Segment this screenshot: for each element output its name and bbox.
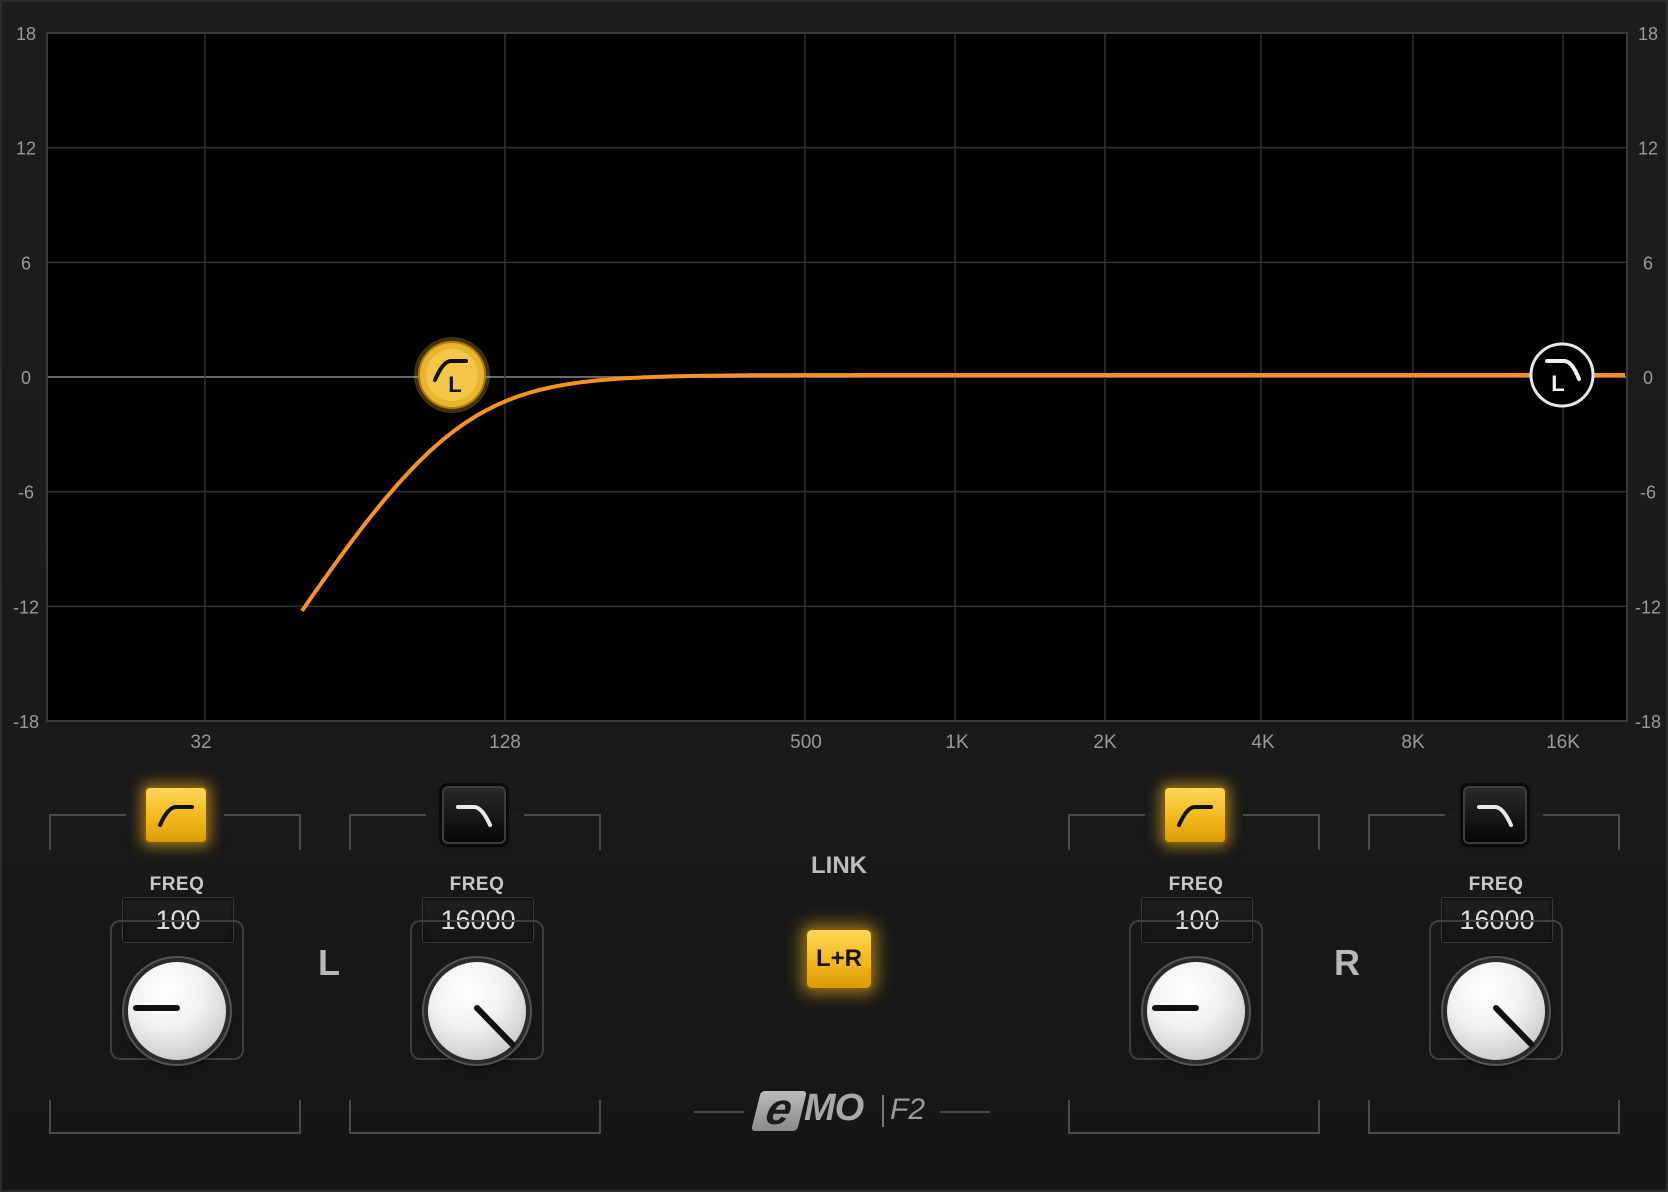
freq-tick-label: 16K [1546, 732, 1580, 753]
high-cut-icon [456, 805, 492, 827]
freq-tick-label: 500 [790, 732, 822, 753]
left-low-cut-button[interactable] [144, 786, 208, 844]
left-high-cut-button[interactable] [442, 786, 506, 844]
left-low-cut-freq-knob[interactable] [128, 962, 226, 1060]
db-tick-label: -12 [1635, 597, 1661, 617]
db-tick-label: 12 [16, 139, 36, 159]
logo-e-mark: e [751, 1085, 807, 1134]
link-lr-button[interactable]: L+R [805, 928, 873, 990]
db-tick-label: -12 [13, 597, 39, 617]
db-tick-label: -18 [13, 712, 39, 732]
right-high-cut-freq-label: FREQ [1468, 874, 1524, 895]
logo-separator [882, 1095, 884, 1127]
db-tick-label: 6 [1643, 253, 1653, 273]
db-tick-label: 18 [1638, 24, 1658, 44]
db-tick-label: -18 [1635, 712, 1661, 732]
link-label: LINK [811, 852, 867, 879]
freq-tick-label: 32 [190, 732, 211, 753]
right-high-cut-button[interactable] [1463, 786, 1527, 844]
frequency-axis: 32 128 500 1K 2K 4K 8K 16K [190, 732, 1580, 753]
right-low-cut-button[interactable] [1163, 786, 1227, 844]
knob-pointer [133, 1005, 180, 1011]
db-tick-label: 12 [1638, 139, 1658, 159]
knob-pointer [1493, 1005, 1534, 1047]
left-high-cut-freq-label: FREQ [449, 874, 505, 895]
db-axis-left: 18 12 6 0 -6 -12 -18 [13, 24, 39, 732]
freq-tick-label: 2K [1093, 732, 1117, 753]
high-cut-icon [1477, 805, 1513, 827]
right-low-cut-bracket-bottom [1068, 1100, 1320, 1134]
freq-tick-label: 4K [1251, 732, 1275, 753]
right-high-cut-bracket-bottom [1368, 1100, 1620, 1134]
left-low-cut-freq-label: FREQ [149, 874, 205, 895]
right-high-cut-freq-knob[interactable] [1447, 962, 1545, 1060]
right-low-cut-freq-label: FREQ [1168, 874, 1224, 895]
left-channel-label: L [318, 942, 340, 983]
left-high-cut-freq-knob[interactable] [428, 962, 526, 1060]
db-tick-label: -6 [1640, 483, 1656, 503]
freq-tick-label: 1K [945, 732, 969, 753]
db-tick-label: -6 [18, 483, 34, 503]
freq-tick-label: 128 [489, 732, 521, 753]
eq-graph-svg[interactable]: 18 12 6 0 -6 -12 -18 18 12 6 0 -6 -12 -18 32 128 500 1K… [2, 2, 1668, 762]
logo-model: F2 [890, 1093, 926, 1126]
freq-tick-label: 8K [1401, 732, 1425, 753]
db-tick-label: 0 [1643, 368, 1653, 388]
db-tick-label: 0 [21, 368, 31, 388]
knob-pointer [1152, 1005, 1199, 1011]
right-low-cut-freq-knob[interactable] [1147, 962, 1245, 1060]
left-high-cut-handle[interactable]: L [1529, 342, 1595, 408]
emo-f2-plugin-window: 18 12 6 0 -6 -12 -18 18 12 6 0 -6 -12 -18 32 128 500 1K… [0, 0, 1668, 1192]
handle-letter-l: L [448, 372, 461, 397]
left-high-cut-bracket-bottom [349, 1100, 601, 1134]
eq-graph[interactable]: 18 12 6 0 -6 -12 -18 18 12 6 0 -6 -12 -18 32 128 500 1K… [2, 2, 1668, 762]
logo-brand: MO [804, 1087, 864, 1129]
emo-f2-logo: e MO F2 [694, 1085, 990, 1137]
right-channel-label: R [1334, 942, 1360, 983]
knob-pointer [474, 1005, 515, 1047]
left-low-cut-handle[interactable]: L [414, 337, 490, 413]
low-cut-icon [1177, 805, 1213, 827]
low-cut-icon [158, 805, 194, 827]
handle-letter-l: L [1551, 371, 1564, 396]
db-tick-label: 18 [16, 24, 36, 44]
db-tick-label: 6 [21, 253, 31, 273]
left-low-cut-bracket-bottom [49, 1100, 301, 1134]
db-axis-right: 18 12 6 0 -6 -12 -18 [1635, 24, 1661, 732]
